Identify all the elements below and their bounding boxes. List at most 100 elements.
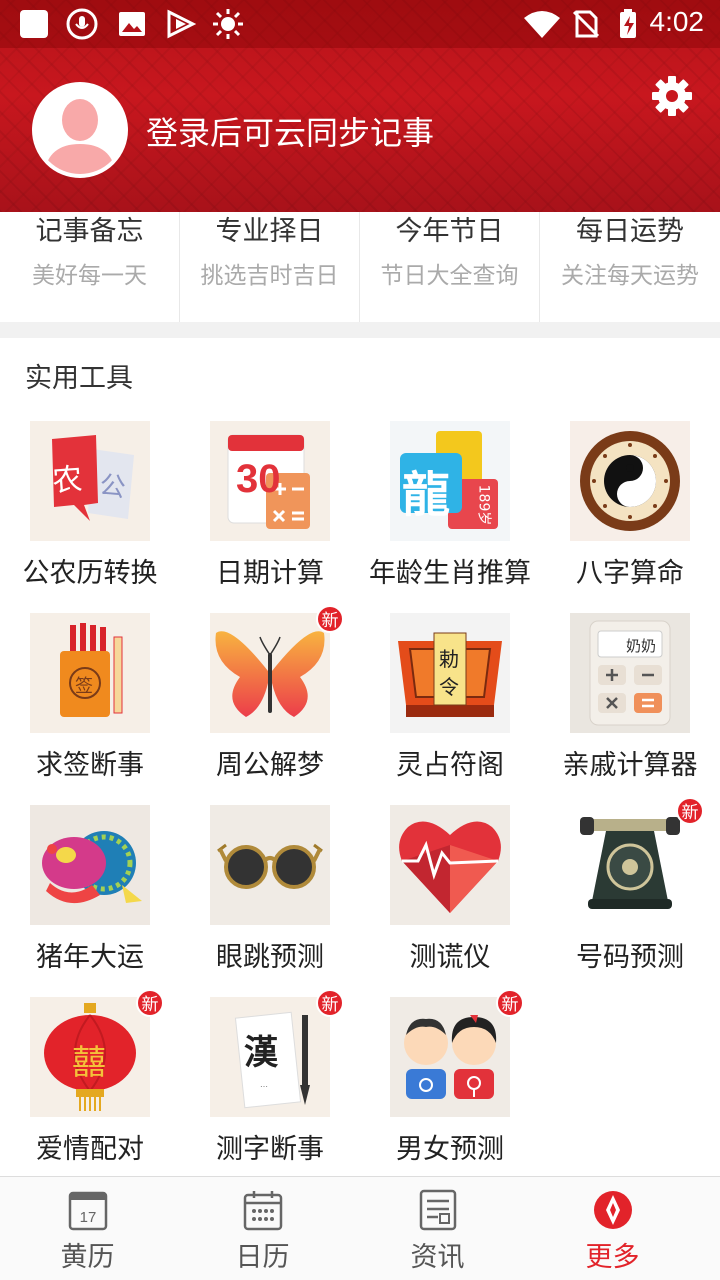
quick-link-subtitle: 关注每天运势 [561, 263, 699, 289]
voice-recorder-icon [66, 8, 98, 40]
tool-label: 日期计算 [216, 558, 324, 589]
tool-label: 男女预测 [396, 1134, 504, 1165]
tool-label: 测字断事 [216, 1134, 324, 1165]
tool-love-match[interactable]: 囍 新 爱情配对 [0, 989, 180, 1189]
day-number: 30 [236, 457, 281, 501]
bottom-nav: 17 黄历 日历 资讯 更多 [0, 1176, 720, 1280]
nav-calendar[interactable]: 日历 [175, 1177, 350, 1280]
date-calculator-icon: 30 [210, 421, 330, 541]
quick-link-subtitle: 挑选吉时吉日 [200, 263, 339, 289]
status-time: 4:02 [649, 6, 705, 37]
nav-almanac[interactable]: 17 黄历 [0, 1177, 175, 1280]
nav-label: 日历 [235, 1242, 290, 1273]
tool-bazi[interactable]: 八字算命 [540, 421, 720, 613]
talisman-glyph-top: 勅 [439, 647, 459, 671]
almanac-icon: 17 [68, 1191, 107, 1231]
svg-text:公: 公 [98, 470, 128, 503]
profile-header: 4:02 登录后可云同步记事 [0, 0, 720, 212]
login-prompt[interactable]: 登录后可云同步记事 [146, 108, 434, 154]
status-bar: 4:02 [0, 0, 720, 48]
tool-label: 亲戚计算器 [562, 750, 698, 781]
age-card-text: 189岁 [475, 484, 492, 526]
red-lantern-icon: 囍 [30, 997, 150, 1117]
pig-fish-icon [30, 805, 150, 925]
avatar[interactable] [32, 82, 128, 178]
tool-pig-year-fortune[interactable]: 猪年大运 [0, 805, 180, 997]
tool-label: 眼跳预测 [216, 942, 324, 973]
brightness-icon [213, 9, 243, 39]
quick-link-title: 每日运势 [576, 216, 684, 247]
fortune-sticks-icon: 签 [30, 613, 150, 733]
tool-date-calc[interactable]: 30 日期计算 [180, 421, 360, 613]
quick-link-date-selection[interactable]: 专业择日 挑选吉时吉日 [180, 212, 360, 322]
lunar-glyph: 农 [51, 461, 84, 499]
almanac-day: 17 [79, 1209, 96, 1226]
tool-zodiac-age[interactable]: 龍 189岁 年龄生肖推算 [360, 421, 540, 613]
relative-calculator-icon: 奶奶 [570, 613, 690, 733]
butterfly-icon [210, 613, 330, 733]
tool-label: 公农历转换 [22, 558, 158, 589]
tool-label: 周公解梦 [216, 750, 324, 781]
battery-charging-icon [620, 9, 636, 38]
tool-relative-calculator[interactable]: 奶奶 亲戚计算器 [540, 613, 720, 805]
section-divider [0, 322, 720, 338]
tool-label: 八字算命 [576, 558, 684, 589]
nav-label: 更多 [585, 1242, 640, 1273]
tool-label: 年龄生肖推算 [369, 558, 531, 589]
app-square-icon [20, 10, 48, 38]
lantern-glyph: 囍 [72, 1043, 106, 1083]
tool-label: 猪年大运 [36, 942, 144, 973]
calendar-convert-icon: 公 农 [30, 421, 150, 541]
talisman-glyph-bottom: 令 [439, 675, 459, 699]
nav-label: 资讯 [410, 1242, 465, 1273]
calligraphy-glyph: 漢 [244, 1033, 278, 1073]
tools-section-title: 实用工具 [25, 363, 133, 394]
quick-link-notes[interactable]: 记事备忘 美好每一天 [0, 212, 180, 322]
news-icon [419, 1189, 456, 1231]
nav-label: 黄历 [60, 1242, 115, 1273]
tool-label: 求签断事 [36, 750, 144, 781]
new-badge: 新 [676, 797, 704, 825]
user-silhouette-icon [36, 86, 124, 174]
no-sim-icon [572, 10, 600, 38]
quick-link-daily-fortune[interactable]: 每日运势 关注每天运势 [540, 212, 720, 322]
dragon-glyph: 龍 [402, 467, 451, 523]
tool-eye-twitch[interactable]: 眼跳预测 [180, 805, 360, 997]
heart-pulse-icon [390, 805, 510, 925]
svg-text:…: … [260, 1080, 268, 1089]
tool-lie-detector[interactable]: 测谎仪 [360, 805, 540, 997]
quick-link-festivals[interactable]: 今年节日 节日大全查询 [360, 212, 540, 322]
nav-more[interactable]: 更多 [525, 1177, 700, 1280]
media-play-icon [167, 9, 196, 39]
calculator-display: 奶奶 [626, 637, 657, 655]
new-badge: 新 [496, 989, 524, 1017]
talisman-icon: 勅 令 [390, 613, 510, 733]
gallery-icon [119, 12, 145, 36]
tool-number-prediction[interactable]: 新 号码预测 [540, 797, 720, 997]
tool-gender-prediction[interactable]: 新 男女预测 [360, 989, 540, 1189]
quick-link-title: 今年节日 [395, 216, 504, 247]
tool-dream-interpretation[interactable]: 新 周公解梦 [180, 605, 360, 805]
nav-news[interactable]: 资讯 [350, 1177, 525, 1280]
rotary-phone-icon [570, 805, 690, 925]
tool-fortune-sticks[interactable]: 签 求签断事 [0, 613, 180, 805]
quick-link-title: 专业择日 [215, 216, 324, 247]
bagua-yinyang-icon [570, 421, 690, 541]
calendar-icon [243, 1191, 282, 1231]
gear-icon[interactable] [648, 72, 696, 120]
boy-girl-icon [390, 997, 510, 1117]
tool-character-divination[interactable]: … 漢 新 测字断事 [180, 989, 360, 1189]
new-badge: 新 [136, 989, 164, 1017]
calligraphy-brush-icon: … 漢 [210, 997, 330, 1117]
tool-label: 爱情配对 [36, 1134, 144, 1165]
new-badge: 新 [316, 989, 344, 1017]
quick-link-title: 记事备忘 [35, 216, 144, 247]
new-badge: 新 [316, 605, 344, 633]
tool-calendar-convert[interactable]: 公 农 公农历转换 [0, 421, 180, 613]
sunglasses-icon [210, 805, 330, 925]
wifi-icon [524, 11, 560, 38]
tool-talisman[interactable]: 勅 令 灵占符阁 [360, 613, 540, 805]
quick-links: 记事备忘 美好每一天 专业择日 挑选吉时吉日 今年节日 节日大全查询 每日运势 … [0, 212, 720, 322]
stick-glyph: 签 [75, 676, 93, 697]
tool-label: 测谎仪 [409, 942, 491, 973]
